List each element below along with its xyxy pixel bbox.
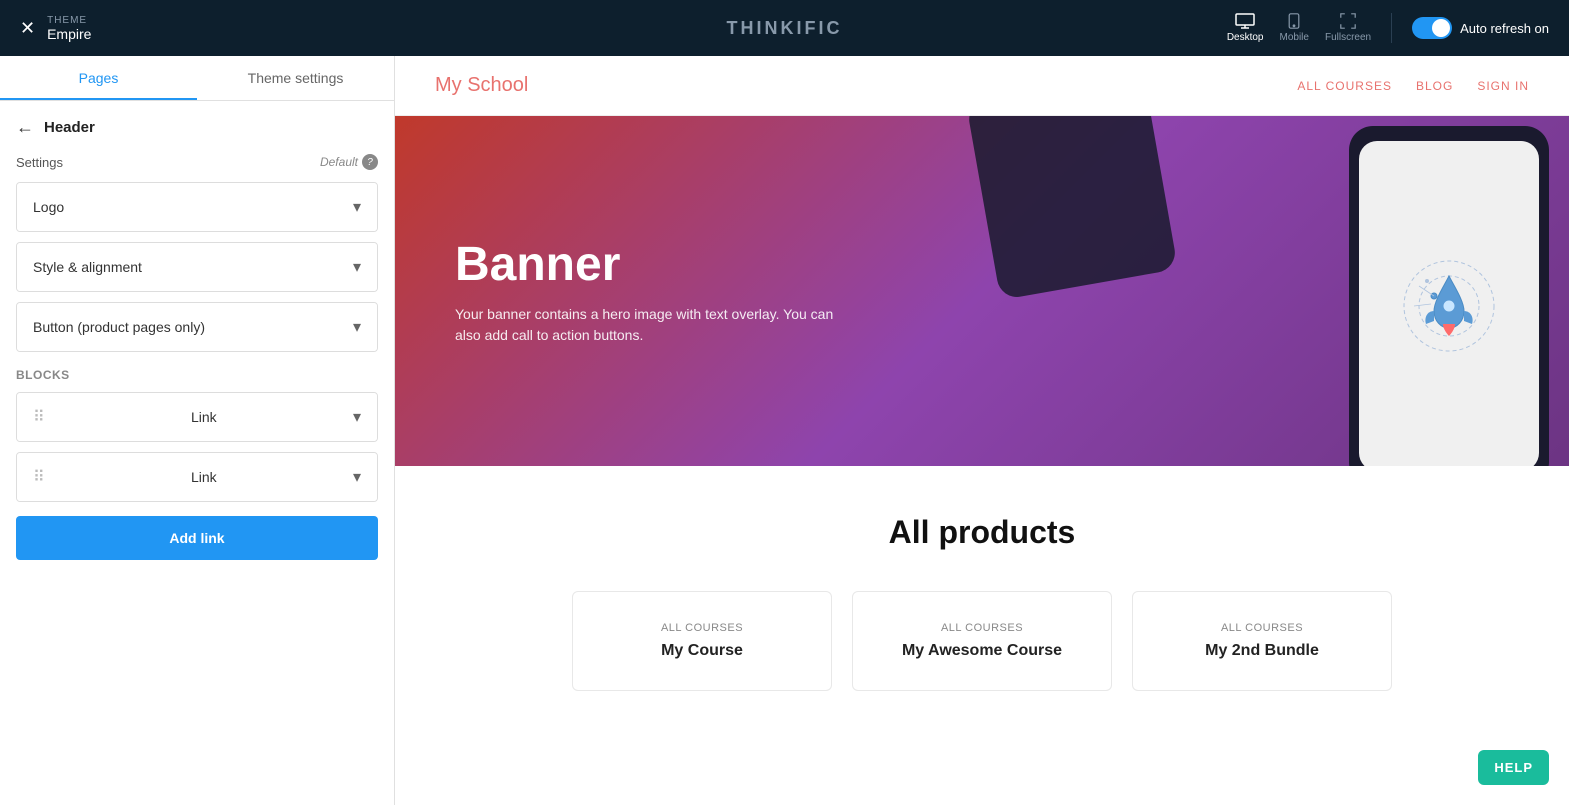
fullscreen-label: Fullscreen xyxy=(1325,32,1371,43)
chevron-down-icon: ▾ xyxy=(353,317,361,337)
product-name-1: My Course xyxy=(661,642,743,660)
preview-logo: My School xyxy=(435,74,528,97)
accordion-button-header[interactable]: Button (product pages only) ▾ xyxy=(17,303,377,351)
accordion-button-label: Button (product pages only) xyxy=(33,319,205,335)
product-category-2: All Courses xyxy=(941,622,1023,634)
add-link-button[interactable]: Add link xyxy=(16,516,378,560)
settings-row: Settings Default ? xyxy=(16,154,378,170)
product-card-3: All Courses My 2nd Bundle xyxy=(1132,591,1392,691)
accordion-link-1-header[interactable]: ⠿ Link ▾ xyxy=(17,393,377,441)
banner-title: Banner xyxy=(455,237,855,292)
default-badge: Default ? xyxy=(320,154,378,170)
banner-subtitle: Your banner contains a hero image with t… xyxy=(455,304,855,346)
accordion-link-2: ⠿ Link ▾ xyxy=(16,452,378,502)
banner-content: Banner Your banner contains a hero image… xyxy=(455,237,855,346)
chevron-down-icon: ▾ xyxy=(353,257,361,277)
theme-info: THEME Empire xyxy=(47,15,91,42)
back-header: ← Header xyxy=(16,117,378,138)
products-title: All products xyxy=(435,514,1529,551)
product-card-1: All Courses My Course xyxy=(572,591,832,691)
nav-link-blog: BLOG xyxy=(1416,79,1453,93)
help-button[interactable]: HELP xyxy=(1478,750,1549,785)
products-grid: All Courses My Course All Courses My Awe… xyxy=(435,591,1529,691)
product-card-2: All Courses My Awesome Course xyxy=(852,591,1112,691)
sidebar: Pages Theme settings ← Header Settings D… xyxy=(0,56,395,805)
settings-label: Settings xyxy=(16,155,63,170)
auto-refresh-switch[interactable] xyxy=(1412,17,1452,39)
blocks-label: Blocks xyxy=(16,368,378,382)
desktop-view-button[interactable]: Desktop xyxy=(1227,13,1264,43)
accordion-style-label: Style & alignment xyxy=(33,259,142,275)
drag-handle-icon[interactable]: ⠿ xyxy=(33,407,45,427)
product-category-1: All Courses xyxy=(661,622,743,634)
product-category-3: All Courses xyxy=(1221,622,1303,634)
preview-banner: Banner Your banner contains a hero image… xyxy=(395,116,1569,466)
section-title: Header xyxy=(44,119,95,136)
tab-theme-settings[interactable]: Theme settings xyxy=(197,56,394,100)
info-icon[interactable]: ? xyxy=(362,154,378,170)
topbar-right: Desktop Mobile Fullscreen Auto refresh o… xyxy=(1227,13,1549,43)
topbar: ✕ THEME Empire THINKIFIC Desktop Mobile … xyxy=(0,0,1569,56)
drag-handle-icon[interactable]: ⠿ xyxy=(33,467,45,487)
chevron-down-icon: ▾ xyxy=(353,407,361,427)
accordion-link-2-label: Link xyxy=(191,469,217,485)
sidebar-content: ← Header Settings Default ? Logo ▾ St xyxy=(0,101,394,805)
mobile-view-button[interactable]: Mobile xyxy=(1280,13,1309,43)
chevron-down-icon: ▾ xyxy=(353,197,361,217)
phone-screen xyxy=(1359,141,1539,466)
main-layout: Pages Theme settings ← Header Settings D… xyxy=(0,56,1569,805)
auto-refresh-toggle: Auto refresh on xyxy=(1412,17,1549,39)
divider xyxy=(1391,13,1392,43)
app-logo: THINKIFIC xyxy=(727,18,843,39)
theme-name: Empire xyxy=(47,26,91,42)
preview-nav-links: ALL COURSES BLOG SIGN IN xyxy=(1297,79,1529,93)
desktop-label: Desktop xyxy=(1227,32,1264,43)
chevron-down-icon: ▾ xyxy=(353,467,361,487)
product-name-2: My Awesome Course xyxy=(902,642,1062,660)
accordion-link-1-label: Link xyxy=(191,409,217,425)
nav-link-all-courses: ALL COURSES xyxy=(1297,79,1392,93)
accordion-logo-label: Logo xyxy=(33,199,64,215)
close-button[interactable]: ✕ xyxy=(20,18,35,39)
accordion-link-2-header[interactable]: ⠿ Link ▾ xyxy=(17,453,377,501)
accordion-link-1: ⠿ Link ▾ xyxy=(16,392,378,442)
auto-refresh-label: Auto refresh on xyxy=(1460,21,1549,36)
nav-link-sign-in: SIGN IN xyxy=(1477,79,1529,93)
accordion-logo-header[interactable]: Logo ▾ xyxy=(17,183,377,231)
sidebar-tabs: Pages Theme settings xyxy=(0,56,394,101)
product-name-3: My 2nd Bundle xyxy=(1205,642,1319,660)
preview-navbar: My School ALL COURSES BLOG SIGN IN xyxy=(395,56,1569,116)
accordion-style-header[interactable]: Style & alignment ▾ xyxy=(17,243,377,291)
preview-content: My School ALL COURSES BLOG SIGN IN Banne… xyxy=(395,56,1569,805)
phone-right-decoration xyxy=(1349,126,1549,466)
tab-pages[interactable]: Pages xyxy=(0,56,197,100)
back-button[interactable]: ← xyxy=(16,117,34,138)
fullscreen-view-button[interactable]: Fullscreen xyxy=(1325,13,1371,43)
accordion-button: Button (product pages only) ▾ xyxy=(16,302,378,352)
accordion-style: Style & alignment ▾ xyxy=(16,242,378,292)
preview-area: My School ALL COURSES BLOG SIGN IN Banne… xyxy=(395,56,1569,805)
mobile-label: Mobile xyxy=(1280,32,1309,43)
view-options: Desktop Mobile Fullscreen xyxy=(1227,13,1371,43)
theme-label: THEME xyxy=(47,15,91,26)
phone-left-decoration xyxy=(966,116,1178,300)
accordion-logo: Logo ▾ xyxy=(16,182,378,232)
preview-products-section: All products All Courses My Course All C… xyxy=(395,466,1569,739)
